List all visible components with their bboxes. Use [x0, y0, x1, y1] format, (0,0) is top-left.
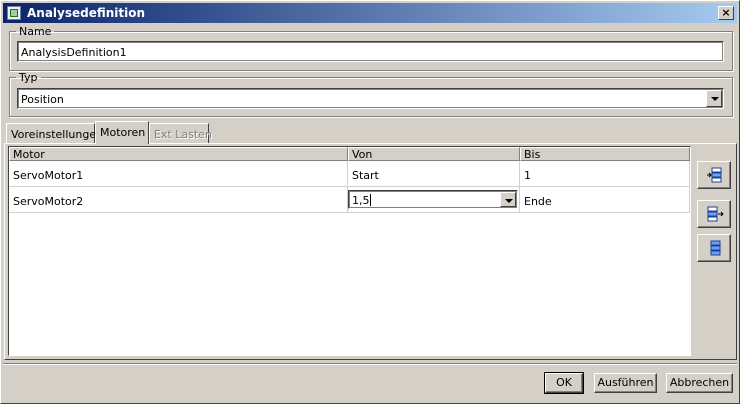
cell-bis[interactable]: 1 — [520, 161, 690, 187]
name-input[interactable]: AnalysisDefinition1 — [17, 41, 724, 62]
column-header-motor[interactable]: Motor — [9, 147, 348, 161]
tab-voreinstellungen-label: Voreinstellungen — [11, 128, 104, 141]
title-bar[interactable]: Analysedefinition × — [3, 3, 737, 23]
typ-dropdown[interactable]: Position — [17, 88, 724, 109]
table-row[interactable]: ServoMotor2 1,5 Ende — [9, 187, 690, 213]
cell-bis[interactable]: Ende — [520, 187, 690, 213]
typ-group-label: Typ — [19, 71, 38, 84]
tab-motoren-label: Motoren — [100, 126, 146, 139]
von-dropdown-value: 1,5 — [352, 194, 370, 207]
name-input-value: AnalysisDefinition1 — [21, 46, 127, 59]
chevron-down-icon[interactable] — [706, 90, 722, 107]
typ-dropdown-value: Position — [21, 93, 64, 106]
insert-row-after-button[interactable] — [697, 200, 731, 228]
insert-row-after-icon — [707, 206, 724, 222]
fill-rows-button[interactable] — [697, 234, 731, 262]
insert-row-before-button[interactable] — [697, 161, 731, 189]
tab-voreinstellungen[interactable]: Voreinstellungen — [6, 123, 103, 143]
table-row[interactable]: ServoMotor1 Start 1 — [9, 161, 690, 187]
app-icon — [7, 6, 21, 20]
cell-motor[interactable]: ServoMotor2 — [9, 187, 348, 213]
tab-ext-lasten: Ext Lasten — [149, 123, 212, 143]
chevron-down-icon[interactable] — [500, 192, 516, 207]
fill-rows-icon — [710, 240, 721, 256]
motor-table[interactable]: Motor Von Bis ServoMotor1 Start 1 ServoM… — [8, 146, 691, 356]
column-header-bis[interactable]: Bis — [520, 147, 690, 161]
von-dropdown[interactable]: 1,5 — [348, 190, 518, 209]
tab-ext-lasten-label: Ext Lasten — [154, 128, 212, 141]
name-group-label: Name — [19, 25, 52, 38]
footer-separator — [3, 363, 737, 365]
column-header-von[interactable]: Von — [348, 147, 520, 161]
text-caret — [369, 194, 371, 206]
tab-motoren[interactable]: Motoren — [95, 121, 149, 144]
ok-button[interactable]: OK — [544, 372, 584, 394]
cell-motor[interactable]: ServoMotor1 — [9, 161, 348, 187]
run-button[interactable]: Ausführen — [594, 373, 657, 393]
dialog-window: Analysedefinition × Name AnalysisDefinit… — [0, 0, 740, 404]
close-button[interactable]: × — [718, 6, 734, 20]
cancel-button[interactable]: Abbrechen — [666, 373, 733, 393]
insert-row-before-icon — [707, 167, 722, 183]
cell-von[interactable]: Start — [348, 161, 520, 187]
window-title: Analysedefinition — [27, 6, 146, 20]
table-header: Motor Von Bis — [9, 147, 690, 161]
